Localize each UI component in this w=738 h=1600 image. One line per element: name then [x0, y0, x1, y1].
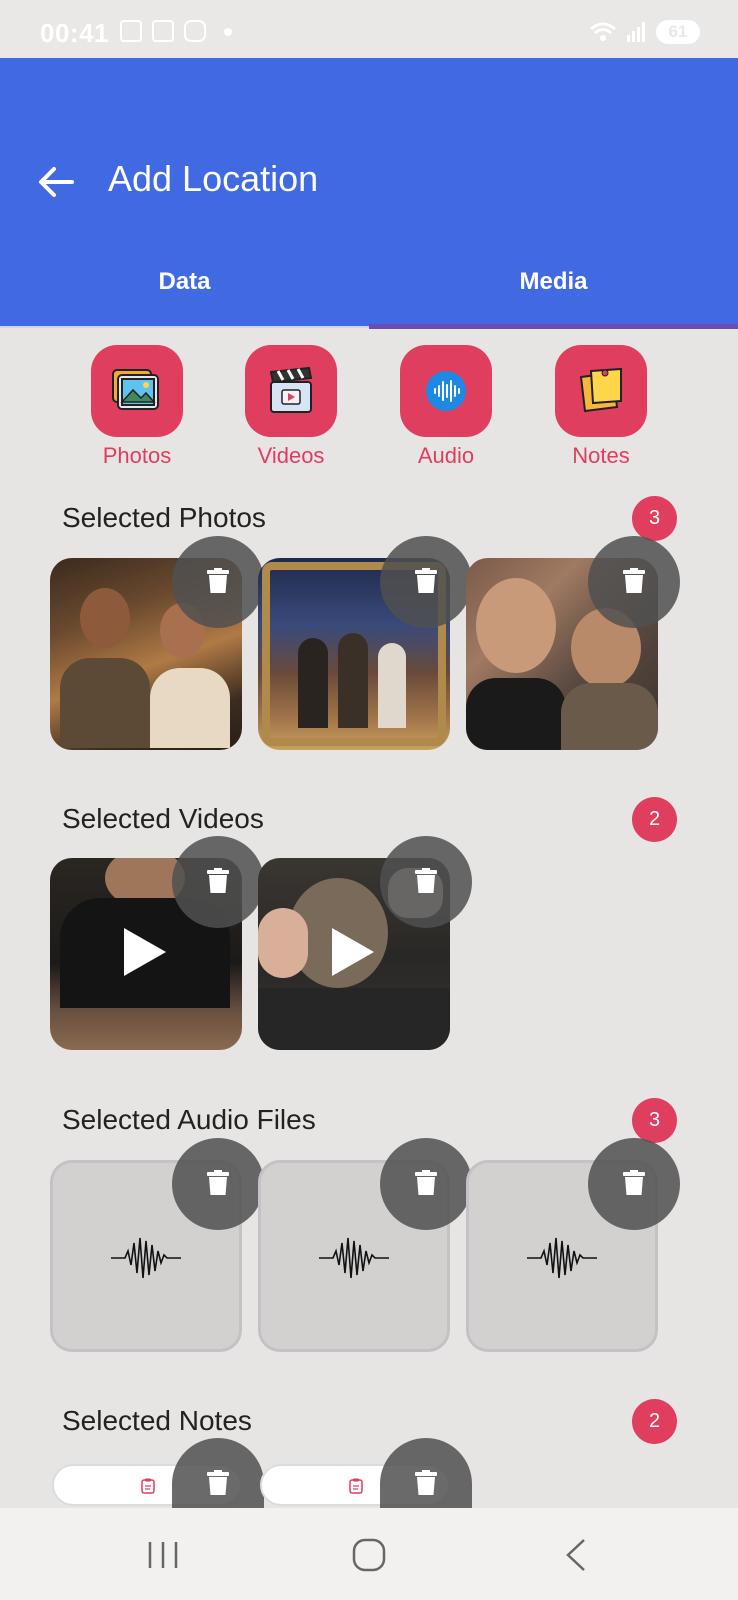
recent-apps-icon[interactable]	[146, 1540, 180, 1570]
gmail-notification-icon	[152, 20, 174, 42]
section-title-audio: Selected Audio Files	[62, 1104, 316, 1135]
category-label: Videos	[257, 443, 325, 468]
app-bar: Add Location Data Media	[0, 58, 738, 329]
tab-divider	[0, 326, 369, 328]
category-label: Notes	[572, 443, 630, 468]
audio-wave-icon	[426, 371, 466, 411]
category-audio[interactable]: Audio	[386, 345, 506, 469]
delete-photo-button[interactable]	[380, 536, 472, 628]
wifi-icon	[590, 22, 616, 41]
trash-icon	[623, 1170, 645, 1195]
section-title-videos: Selected Videos	[62, 803, 264, 834]
delete-photo-button[interactable]	[588, 536, 680, 628]
delete-video-button[interactable]	[380, 836, 472, 928]
trash-icon	[207, 568, 229, 593]
trash-icon	[207, 1170, 229, 1195]
play-icon	[124, 928, 166, 976]
clapperboard-icon	[269, 366, 313, 413]
count-badge-videos: 2	[632, 797, 677, 842]
trash-icon	[207, 868, 229, 893]
category-label: Photos	[102, 443, 172, 468]
tab-media[interactable]: Media	[369, 268, 738, 296]
delete-photo-button[interactable]	[172, 536, 264, 628]
videos-button[interactable]	[245, 345, 337, 437]
delete-audio-button[interactable]	[380, 1138, 472, 1230]
notes-button[interactable]	[555, 345, 647, 437]
gallery-notification-icon	[120, 20, 142, 42]
instagram-notification-icon	[184, 20, 206, 42]
signal-icon	[627, 22, 645, 42]
tab-indicator	[369, 324, 738, 329]
waveform-icon	[111, 1237, 181, 1279]
battery-indicator: 61	[656, 20, 700, 44]
photos-button[interactable]	[91, 345, 183, 437]
waveform-icon	[527, 1237, 597, 1279]
system-navigation-bar	[0, 1508, 738, 1600]
trash-icon	[415, 1470, 437, 1495]
notification-icons	[120, 20, 232, 42]
count-badge-audio: 3	[632, 1098, 677, 1143]
more-notifications-dot	[224, 28, 232, 36]
tab-data[interactable]: Data	[0, 268, 369, 296]
status-time: 00:41	[40, 18, 109, 48]
clipboard-icon	[349, 1478, 363, 1494]
home-icon[interactable]	[352, 1538, 386, 1572]
trash-icon	[207, 1470, 229, 1495]
trash-icon	[623, 568, 645, 593]
count-badge-notes: 2	[632, 1399, 677, 1444]
category-videos[interactable]: Videos	[231, 345, 351, 469]
count-badge-photos: 3	[632, 496, 677, 541]
category-notes[interactable]: Notes	[541, 345, 661, 469]
system-icons: 61	[590, 20, 700, 44]
trash-icon	[415, 1170, 437, 1195]
status-bar: 00:41 61	[0, 0, 738, 58]
page-title: Add Location	[108, 158, 319, 199]
delete-audio-button[interactable]	[172, 1138, 264, 1230]
waveform-icon	[319, 1237, 389, 1279]
photos-icon	[112, 369, 159, 410]
delete-video-button[interactable]	[172, 836, 264, 928]
delete-note-button[interactable]	[380, 1438, 472, 1508]
audio-button[interactable]	[400, 345, 492, 437]
arrow-left-icon[interactable]	[36, 162, 76, 202]
category-label: Audio	[417, 443, 475, 468]
category-photos[interactable]: Photos	[77, 345, 197, 469]
trash-icon	[415, 868, 437, 893]
delete-note-button[interactable]	[172, 1438, 264, 1508]
section-title-photos: Selected Photos	[62, 502, 266, 533]
trash-icon	[415, 568, 437, 593]
back-nav-icon[interactable]	[564, 1538, 588, 1572]
sticky-note-icon	[579, 367, 622, 413]
play-icon	[332, 928, 374, 976]
section-title-notes: Selected Notes	[62, 1405, 252, 1436]
clipboard-icon	[141, 1478, 155, 1494]
delete-audio-button[interactable]	[588, 1138, 680, 1230]
